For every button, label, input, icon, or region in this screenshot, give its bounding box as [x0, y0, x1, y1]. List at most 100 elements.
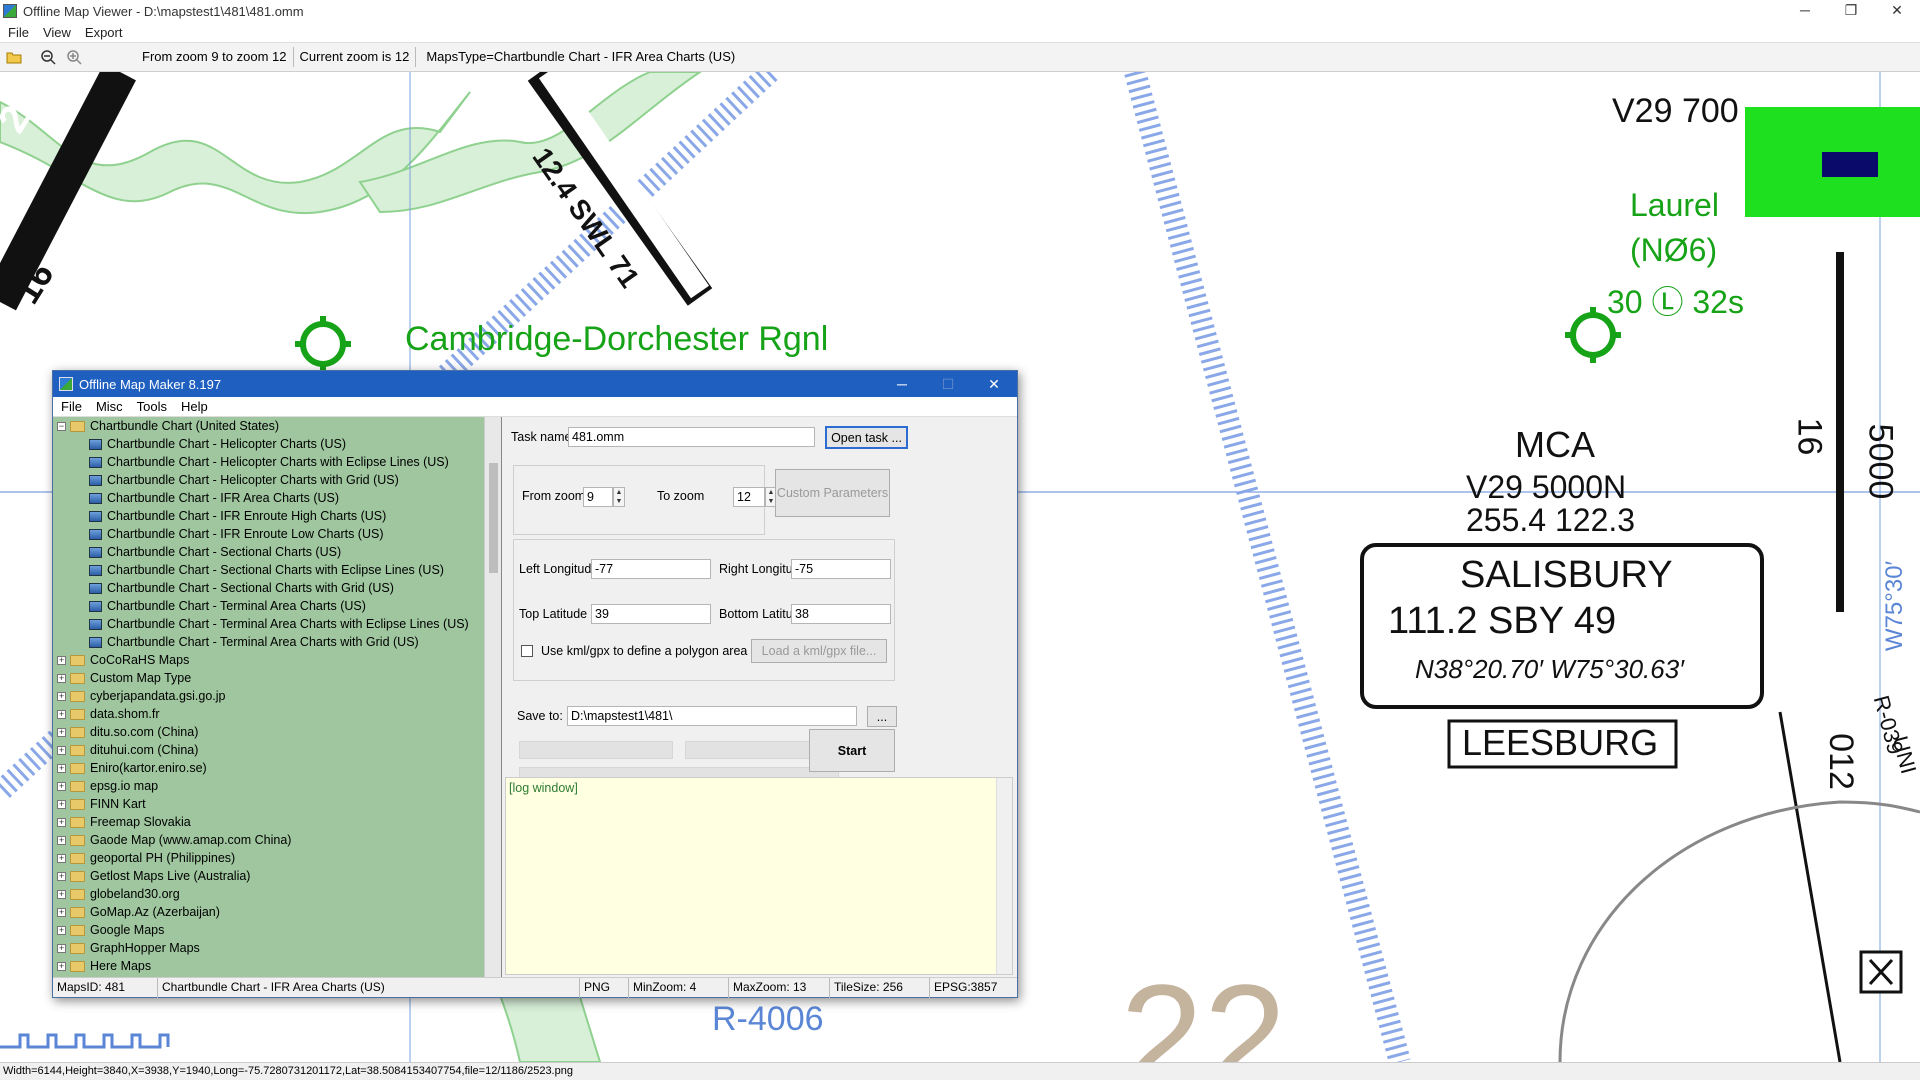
tree-folder-6[interactable]: + Eniro(kartor.eniro.se)	[57, 759, 207, 777]
right-longitude-input[interactable]: -75	[791, 559, 891, 579]
map-type-tree[interactable]: − Chartbundle Chart (United States) Char…	[53, 417, 502, 977]
expand-icon[interactable]: +	[57, 943, 66, 953]
expand-icon[interactable]: +	[57, 691, 66, 701]
folder-icon	[70, 762, 85, 774]
tree-item-chartbundle-7[interactable]: Chartbundle Chart - Sectional Charts wit…	[89, 561, 444, 579]
tree-folder-10[interactable]: + Gaode Map (www.amap.com China)	[57, 831, 291, 849]
tree-item-chartbundle-10[interactable]: Chartbundle Chart - Terminal Area Charts…	[89, 615, 469, 633]
tree-folder-3[interactable]: + data.shom.fr	[57, 705, 159, 723]
open-folder-button[interactable]	[2, 46, 26, 68]
task-name-input[interactable]: 481.omm	[568, 427, 815, 447]
maker-menu-file[interactable]: File	[61, 399, 82, 414]
label-16-right: 16	[1790, 417, 1829, 456]
maker-menu-help[interactable]: Help	[181, 399, 208, 414]
tree-item-chartbundle-11[interactable]: Chartbundle Chart - Terminal Area Charts…	[89, 633, 419, 651]
maker-maximize-button[interactable]: ☐	[925, 371, 971, 397]
expand-icon[interactable]: +	[57, 727, 66, 737]
tree-folder-9[interactable]: + Freemap Slovakia	[57, 813, 191, 831]
load-kml-button[interactable]: Load a kml/gpx file...	[751, 639, 887, 663]
tree-folder-4[interactable]: + ditu.so.com (China)	[57, 723, 198, 741]
tree-folder-13[interactable]: + globeland30.org	[57, 885, 180, 903]
log-window[interactable]: [log window]	[505, 777, 1013, 975]
expand-icon[interactable]: +	[57, 781, 66, 791]
expand-icon[interactable]: +	[57, 871, 66, 881]
expand-icon[interactable]: +	[57, 745, 66, 755]
map-maker-dialog: Offline Map Maker 8.197 ─ ☐ ✕ File Misc …	[52, 370, 1018, 998]
start-button[interactable]: Start	[809, 729, 895, 772]
top-latitude-input[interactable]: 39	[591, 604, 711, 624]
open-task-button[interactable]: Open task ...	[825, 426, 908, 449]
folder-icon	[70, 924, 85, 936]
expand-icon[interactable]: +	[57, 763, 66, 773]
expand-icon[interactable]: +	[57, 799, 66, 809]
close-button[interactable]: ✕	[1874, 0, 1920, 22]
maker-menu-tools[interactable]: Tools	[137, 399, 167, 414]
log-scrollbar[interactable]	[996, 778, 1012, 974]
maker-close-button[interactable]: ✕	[971, 371, 1017, 397]
tree-item-chartbundle-5[interactable]: Chartbundle Chart - IFR Enroute Low Char…	[89, 525, 384, 543]
expand-icon[interactable]: +	[57, 925, 66, 935]
tree-folder-0[interactable]: + CoCoRaHS Maps	[57, 651, 189, 669]
left-longitude-label: Left Longitude	[519, 562, 599, 576]
menu-file[interactable]: File	[8, 25, 29, 40]
folder-icon	[70, 798, 85, 810]
status-epsg: EPSG:3857	[934, 980, 998, 994]
tree-folder-11[interactable]: + geoportal PH (Philippines)	[57, 849, 235, 867]
tree-item-chartbundle-6[interactable]: Chartbundle Chart - Sectional Charts (US…	[89, 543, 341, 561]
tree-folder-5[interactable]: + dituhui.com (China)	[57, 741, 198, 759]
kml-checkbox[interactable]	[521, 645, 533, 657]
collapse-icon[interactable]: −	[57, 421, 66, 431]
tree-item-chartbundle-1[interactable]: Chartbundle Chart - Helicopter Charts wi…	[89, 453, 449, 471]
custom-parameters-button[interactable]: Custom Parameters	[775, 469, 890, 517]
tree-item-chartbundle-2[interactable]: Chartbundle Chart - Helicopter Charts wi…	[89, 471, 399, 489]
tree-item-chartbundle-0[interactable]: Chartbundle Chart - Helicopter Charts (U…	[89, 435, 346, 453]
tree-folder-14[interactable]: + GoMap.Az (Azerbaijan)	[57, 903, 220, 921]
expand-icon[interactable]: +	[57, 961, 66, 971]
zoom-in-button[interactable]	[62, 46, 86, 68]
maker-menubar: File Misc Tools Help	[53, 397, 1017, 417]
status-tile-size: TileSize: 256	[830, 978, 930, 998]
expand-icon[interactable]: +	[57, 835, 66, 845]
expand-icon[interactable]: +	[57, 655, 66, 665]
zoom-out-button[interactable]	[36, 46, 60, 68]
tree-folder-17[interactable]: + Here Maps	[57, 957, 151, 975]
restore-button[interactable]: ❐	[1828, 0, 1874, 22]
from-zoom-spinner[interactable]: ▲ ▼	[613, 487, 625, 507]
tree-item-chartbundle-4[interactable]: Chartbundle Chart - IFR Enroute High Cha…	[89, 507, 386, 525]
tree-item-chartbundle-9[interactable]: Chartbundle Chart - Terminal Area Charts…	[89, 597, 366, 615]
map-icon	[89, 564, 102, 576]
map-icon	[89, 474, 102, 486]
status-min-zoom: MinZoom: 4	[629, 978, 729, 998]
bottom-latitude-input[interactable]: 38	[791, 604, 891, 624]
tree-folder-8[interactable]: + FINN Kart	[57, 795, 146, 813]
expand-icon[interactable]: +	[57, 907, 66, 917]
tree-item-chartbundle-8[interactable]: Chartbundle Chart - Sectional Charts wit…	[89, 579, 394, 597]
menu-export[interactable]: Export	[85, 25, 123, 40]
zoom-in-icon	[67, 50, 82, 65]
browse-button[interactable]: ...	[867, 706, 897, 727]
left-longitude-input[interactable]: -77	[591, 559, 711, 579]
tree-folder-2[interactable]: + cyberjapandata.gsi.go.jp	[57, 687, 226, 705]
tree-root-chartbundle[interactable]: − Chartbundle Chart (United States)	[57, 417, 279, 435]
tree-folder-12[interactable]: + Getlost Maps Live (Australia)	[57, 867, 250, 885]
menu-view[interactable]: View	[43, 25, 71, 40]
maker-menu-misc[interactable]: Misc	[96, 399, 123, 414]
to-zoom-input[interactable]: 12	[733, 487, 765, 507]
save-path-input[interactable]: D:\mapstest1\481\	[567, 706, 857, 726]
expand-icon[interactable]: +	[57, 673, 66, 683]
tree-folder-15[interactable]: + Google Maps	[57, 921, 164, 939]
folder-icon	[70, 780, 85, 792]
expand-icon[interactable]: +	[57, 853, 66, 863]
expand-icon[interactable]: +	[57, 889, 66, 899]
from-zoom-input[interactable]: 9	[583, 487, 613, 507]
expand-icon[interactable]: +	[57, 817, 66, 827]
tree-folder-16[interactable]: + GraphHopper Maps	[57, 939, 200, 957]
minimize-button[interactable]: ─	[1782, 0, 1828, 22]
expand-icon[interactable]: +	[57, 709, 66, 719]
tree-item-chartbundle-3[interactable]: Chartbundle Chart - IFR Area Charts (US)	[89, 489, 339, 507]
tree-scrollbar[interactable]	[484, 417, 501, 977]
tree-folder-1[interactable]: + Custom Map Type	[57, 669, 191, 687]
tree-scroll-thumb[interactable]	[489, 463, 498, 573]
tree-folder-7[interactable]: + epsg.io map	[57, 777, 158, 795]
maker-minimize-button[interactable]: ─	[879, 371, 925, 397]
